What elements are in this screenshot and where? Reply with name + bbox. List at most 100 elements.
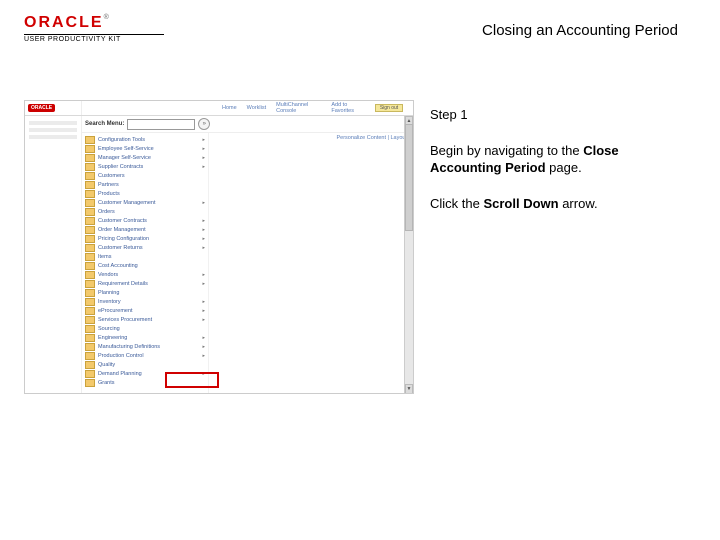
nav-menu-item[interactable]: Grants [85,378,205,387]
chevron-right-icon: ▸ [202,281,205,287]
step-intro: Begin by navigating to the Close Account… [430,142,682,177]
chevron-right-icon: ▸ [202,308,205,314]
nav-menu-item[interactable]: Sourcing [85,324,205,333]
chevron-right-icon: ▸ [202,371,205,377]
leftcol-placeholder [29,121,77,125]
folder-icon [85,307,95,315]
chevron-right-icon: ▸ [202,137,205,143]
nav-menu-item[interactable]: Orders [85,207,205,216]
nav-menu-item[interactable]: Cost Accounting [85,261,205,270]
nav-menu-item-label: Employee Self-Service [98,146,199,152]
product-name: USER PRODUCTIVITY KIT [24,36,164,43]
chevron-right-icon: ▸ [202,299,205,305]
app-body: Search Menu: » Configuration Tools▸Emplo… [25,116,413,394]
content-row: Configuration Tools▸Employee Self-Servic… [82,133,413,394]
chevron-right-icon: ▸ [202,245,205,251]
chevron-right-icon: ▸ [202,353,205,359]
chevron-right-icon: ▸ [202,227,205,233]
scroll-down-button[interactable]: ▼ [405,384,413,394]
nav-menu-item[interactable]: Manufacturing Definitions▸ [85,342,205,351]
chevron-right-icon: ▸ [202,335,205,341]
nav-menu-item-label: Pricing Configuration [98,236,199,242]
app-brand-pill: ORACLE [28,104,55,112]
search-label: Search Menu: [85,121,124,127]
main-column: Search Menu: » Configuration Tools▸Emplo… [82,116,413,394]
folder-icon [85,352,95,360]
oracle-wordmark: ORACLE [24,14,104,32]
step-intro-prefix: Begin by navigating to the [430,143,583,158]
nav-menu-item-label: Cost Accounting [98,263,205,269]
nav-menu-item-label: Manager Self-Service [98,155,199,161]
nav-menu-item[interactable]: Services Procurement▸ [85,315,205,324]
nav-menu-item[interactable]: Vendors▸ [85,270,205,279]
signout-button[interactable]: Sign out [375,104,403,112]
nav-menu-item[interactable]: Items [85,252,205,261]
left-column [25,116,82,394]
folder-icon [85,154,95,162]
nav-menu-item-label: Customer Management [98,200,199,206]
folder-icon [85,199,95,207]
search-input[interactable] [127,119,195,130]
top-link-worklist[interactable]: Worklist [247,105,266,111]
logo-rule [24,34,164,35]
folder-icon [85,361,95,369]
folder-icon [85,172,95,180]
folder-icon [85,379,95,387]
search-row: Search Menu: » [82,116,413,133]
chevron-right-icon: ▸ [202,218,205,224]
top-link-home[interactable]: Home [222,105,237,111]
app-screenshot: ORACLE Home Worklist MultiChannel Consol… [24,100,414,394]
nav-menu-item[interactable]: Products [85,189,205,198]
nav-menu-item[interactable]: Configuration Tools▸ [85,135,205,144]
personalize-link[interactable]: Personalize Content | Layout [336,135,407,141]
nav-menu-item[interactable]: Supplier Contracts▸ [85,162,205,171]
leftcol-placeholder [29,135,77,139]
top-links: Home Worklist MultiChannel Console Add t… [82,101,365,115]
leftcol-placeholder [29,128,77,132]
search-go-button[interactable]: » [198,118,210,130]
nav-menu-item[interactable]: Manager Self-Service▸ [85,153,205,162]
chevron-right-icon: ▸ [202,146,205,152]
chevron-right-icon: ▸ [202,344,205,350]
folder-icon [85,226,95,234]
nav-menu-item[interactable]: Quality [85,360,205,369]
step-action: Click the Scroll Down arrow. [430,195,682,213]
top-link-favorites[interactable]: Add to Favorites [331,102,365,114]
nav-menu-item[interactable]: Customers [85,171,205,180]
content-area: Personalize Content | Layout [208,133,413,394]
step-action-prefix: Click the [430,196,483,211]
nav-menu-item[interactable]: Order Management▸ [85,225,205,234]
step-action-suffix: arrow. [559,196,598,211]
nav-menu-item[interactable]: Partners [85,180,205,189]
nav-menu-item[interactable]: eProcurement▸ [85,306,205,315]
nav-menu-item[interactable]: Requirement Details▸ [85,279,205,288]
scroll-track[interactable] [405,124,413,386]
nav-menu-item[interactable]: Customer Contracts▸ [85,216,205,225]
scroll-thumb[interactable] [405,124,413,231]
nav-menu-item[interactable]: Pricing Configuration▸ [85,234,205,243]
folder-icon [85,235,95,243]
nav-menu: Configuration Tools▸Employee Self-Servic… [82,133,208,394]
slide: ORACLE® USER PRODUCTIVITY KIT Closing an… [0,0,720,540]
nav-menu-item-label: Customer Returns [98,245,199,251]
chevron-right-icon: ▸ [202,200,205,206]
folder-icon [85,280,95,288]
nav-menu-item[interactable]: Demand Planning▸ [85,369,205,378]
nav-menu-item-label: Quality [98,362,205,368]
nav-menu-item[interactable]: Customer Returns▸ [85,243,205,252]
nav-menu-item-label: eProcurement [98,308,199,314]
folder-icon [85,298,95,306]
nav-menu-item[interactable]: Production Control▸ [85,351,205,360]
top-link-console[interactable]: MultiChannel Console [276,102,321,114]
nav-menu-item[interactable]: Planning [85,288,205,297]
nav-menu-item-label: Inventory [98,299,199,305]
nav-menu-item[interactable]: Inventory▸ [85,297,205,306]
nav-menu-item-label: Manufacturing Definitions [98,344,199,350]
folder-icon [85,181,95,189]
nav-menu-item-label: Customers [98,173,205,179]
folder-icon [85,271,95,279]
nav-menu-item[interactable]: Engineering▸ [85,333,205,342]
nav-menu-item[interactable]: Customer Management▸ [85,198,205,207]
nav-menu-item[interactable]: Employee Self-Service▸ [85,144,205,153]
nav-menu-item-label: Order Management [98,227,199,233]
